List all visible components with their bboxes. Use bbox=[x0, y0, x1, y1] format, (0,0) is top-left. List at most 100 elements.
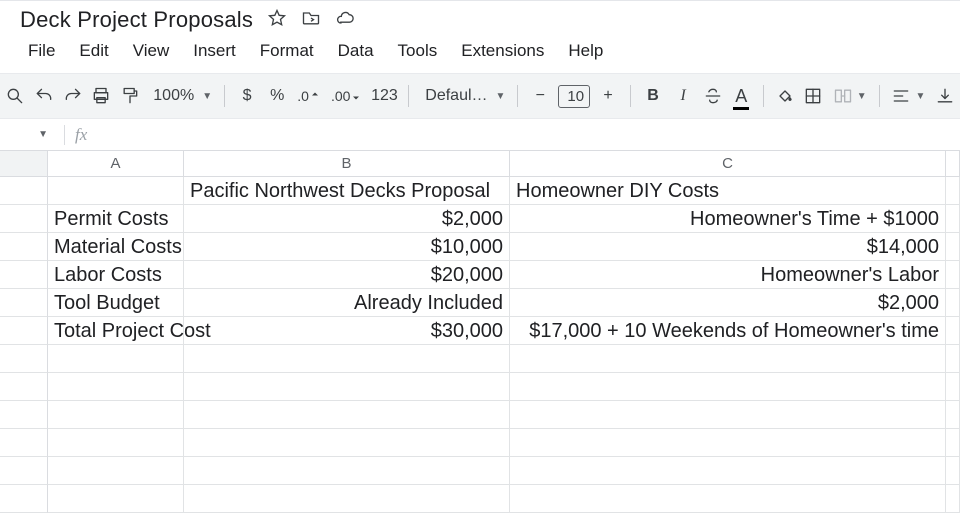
cell[interactable] bbox=[510, 345, 946, 373]
col-header-d[interactable] bbox=[946, 151, 960, 177]
decrease-fontsize-button[interactable]: − bbox=[528, 82, 552, 110]
cell[interactable] bbox=[184, 373, 510, 401]
row-header[interactable]: 2 bbox=[0, 205, 48, 233]
menu-view[interactable]: View bbox=[123, 37, 180, 65]
row-header[interactable]: 7 bbox=[0, 345, 48, 373]
col-header-b[interactable]: B bbox=[184, 151, 510, 177]
fontsize-input[interactable]: 10 bbox=[558, 85, 590, 108]
cell[interactable] bbox=[946, 373, 960, 401]
bold-button[interactable]: B bbox=[641, 82, 665, 110]
row-header[interactable]: 9 bbox=[0, 401, 48, 429]
row-header[interactable]: 8 bbox=[0, 373, 48, 401]
format-currency-button[interactable]: $ bbox=[235, 82, 259, 110]
menu-tools[interactable]: Tools bbox=[388, 37, 448, 65]
cell[interactable] bbox=[48, 457, 184, 485]
cell[interactable] bbox=[184, 345, 510, 373]
cell-a4[interactable]: Labor Costs bbox=[48, 261, 184, 289]
cell-b1[interactable]: Pacific Northwest Decks Proposal bbox=[184, 177, 510, 205]
cell-b4[interactable]: $20,000 bbox=[184, 261, 510, 289]
print-button[interactable] bbox=[90, 82, 113, 110]
cell-c5[interactable]: $2,000 bbox=[510, 289, 946, 317]
more-formats-button[interactable]: 123 bbox=[370, 82, 398, 110]
search-icon[interactable] bbox=[4, 82, 27, 110]
paint-format-button[interactable] bbox=[119, 82, 142, 110]
undo-button[interactable] bbox=[33, 82, 56, 110]
cell-d3[interactable] bbox=[946, 233, 960, 261]
cell[interactable] bbox=[510, 485, 946, 513]
cell[interactable] bbox=[946, 345, 960, 373]
menu-data[interactable]: Data bbox=[328, 37, 384, 65]
spreadsheet-grid[interactable]: A B C 1 Pacific Northwest Decks Proposal… bbox=[0, 151, 960, 513]
increase-fontsize-button[interactable]: + bbox=[596, 82, 620, 110]
borders-button[interactable] bbox=[802, 82, 825, 110]
menu-extensions[interactable]: Extensions bbox=[451, 37, 554, 65]
menu-insert[interactable]: Insert bbox=[183, 37, 246, 65]
cell-a1[interactable] bbox=[48, 177, 184, 205]
name-box[interactable]: ▼ bbox=[4, 129, 54, 140]
cell[interactable] bbox=[48, 429, 184, 457]
cell-d6[interactable] bbox=[946, 317, 960, 345]
col-header-a[interactable]: A bbox=[48, 151, 184, 177]
row-header[interactable]: 12 bbox=[0, 485, 48, 513]
cell[interactable] bbox=[946, 429, 960, 457]
cell-d2[interactable] bbox=[946, 205, 960, 233]
cell-d4[interactable] bbox=[946, 261, 960, 289]
font-dropdown[interactable]: Defaul… ▼ bbox=[419, 85, 507, 107]
format-percent-button[interactable]: % bbox=[265, 82, 289, 110]
cell-d1[interactable] bbox=[946, 177, 960, 205]
move-icon[interactable] bbox=[301, 8, 321, 33]
star-icon[interactable] bbox=[267, 8, 287, 33]
cell[interactable] bbox=[184, 429, 510, 457]
cell[interactable] bbox=[184, 485, 510, 513]
cell[interactable] bbox=[48, 373, 184, 401]
cell[interactable] bbox=[48, 345, 184, 373]
row-header[interactable]: 3 bbox=[0, 233, 48, 261]
cell-a3[interactable]: Material Costs bbox=[48, 233, 184, 261]
cell[interactable] bbox=[510, 401, 946, 429]
menu-file[interactable]: File bbox=[18, 37, 65, 65]
vertical-align-button[interactable] bbox=[933, 82, 956, 110]
row-header[interactable]: 5 bbox=[0, 289, 48, 317]
cell[interactable] bbox=[48, 485, 184, 513]
cell-a5[interactable]: Tool Budget bbox=[48, 289, 184, 317]
row-header[interactable]: 6 bbox=[0, 317, 48, 345]
cell-d5[interactable] bbox=[946, 289, 960, 317]
decrease-decimal-button[interactable]: .0 bbox=[295, 82, 323, 110]
row-header[interactable]: 1 bbox=[0, 177, 48, 205]
italic-button[interactable]: I bbox=[671, 82, 695, 110]
cell-c4[interactable]: Homeowner's Labor bbox=[510, 261, 946, 289]
merge-cells-button[interactable]: ▼ bbox=[831, 84, 869, 108]
col-header-c[interactable]: C bbox=[510, 151, 946, 177]
cell[interactable] bbox=[510, 457, 946, 485]
formula-input[interactable] bbox=[97, 119, 960, 150]
menu-help[interactable]: Help bbox=[558, 37, 613, 65]
increase-decimal-button[interactable]: .00 bbox=[329, 82, 364, 110]
strikethrough-button[interactable] bbox=[701, 82, 724, 110]
doc-title[interactable]: Deck Project Proposals bbox=[20, 7, 253, 33]
cell-b2[interactable]: $2,000 bbox=[184, 205, 510, 233]
row-header[interactable]: 11 bbox=[0, 457, 48, 485]
cell[interactable] bbox=[184, 457, 510, 485]
menu-edit[interactable]: Edit bbox=[69, 37, 118, 65]
menu-format[interactable]: Format bbox=[250, 37, 324, 65]
cell[interactable] bbox=[946, 485, 960, 513]
cell-b5[interactable]: Already Included bbox=[184, 289, 510, 317]
cell-a6[interactable]: Total Project Cost bbox=[48, 317, 184, 345]
cell[interactable] bbox=[48, 401, 184, 429]
cell[interactable] bbox=[946, 401, 960, 429]
select-all-corner[interactable] bbox=[0, 151, 48, 177]
zoom-dropdown[interactable]: 100% ▼ bbox=[147, 85, 214, 107]
cell-b3[interactable]: $10,000 bbox=[184, 233, 510, 261]
row-header[interactable]: 10 bbox=[0, 429, 48, 457]
cell-c2[interactable]: Homeowner's Time + $1000 bbox=[510, 205, 946, 233]
cell[interactable] bbox=[510, 429, 946, 457]
cell-c3[interactable]: $14,000 bbox=[510, 233, 946, 261]
redo-button[interactable] bbox=[61, 82, 84, 110]
cell-c1[interactable]: Homeowner DIY Costs bbox=[510, 177, 946, 205]
fill-color-button[interactable] bbox=[773, 82, 796, 110]
cell[interactable] bbox=[184, 401, 510, 429]
cloud-status-icon[interactable] bbox=[335, 8, 355, 33]
text-color-button[interactable]: A bbox=[730, 82, 753, 110]
cell-b6[interactable]: $30,000 bbox=[184, 317, 510, 345]
cell-a2[interactable]: Permit Costs bbox=[48, 205, 184, 233]
